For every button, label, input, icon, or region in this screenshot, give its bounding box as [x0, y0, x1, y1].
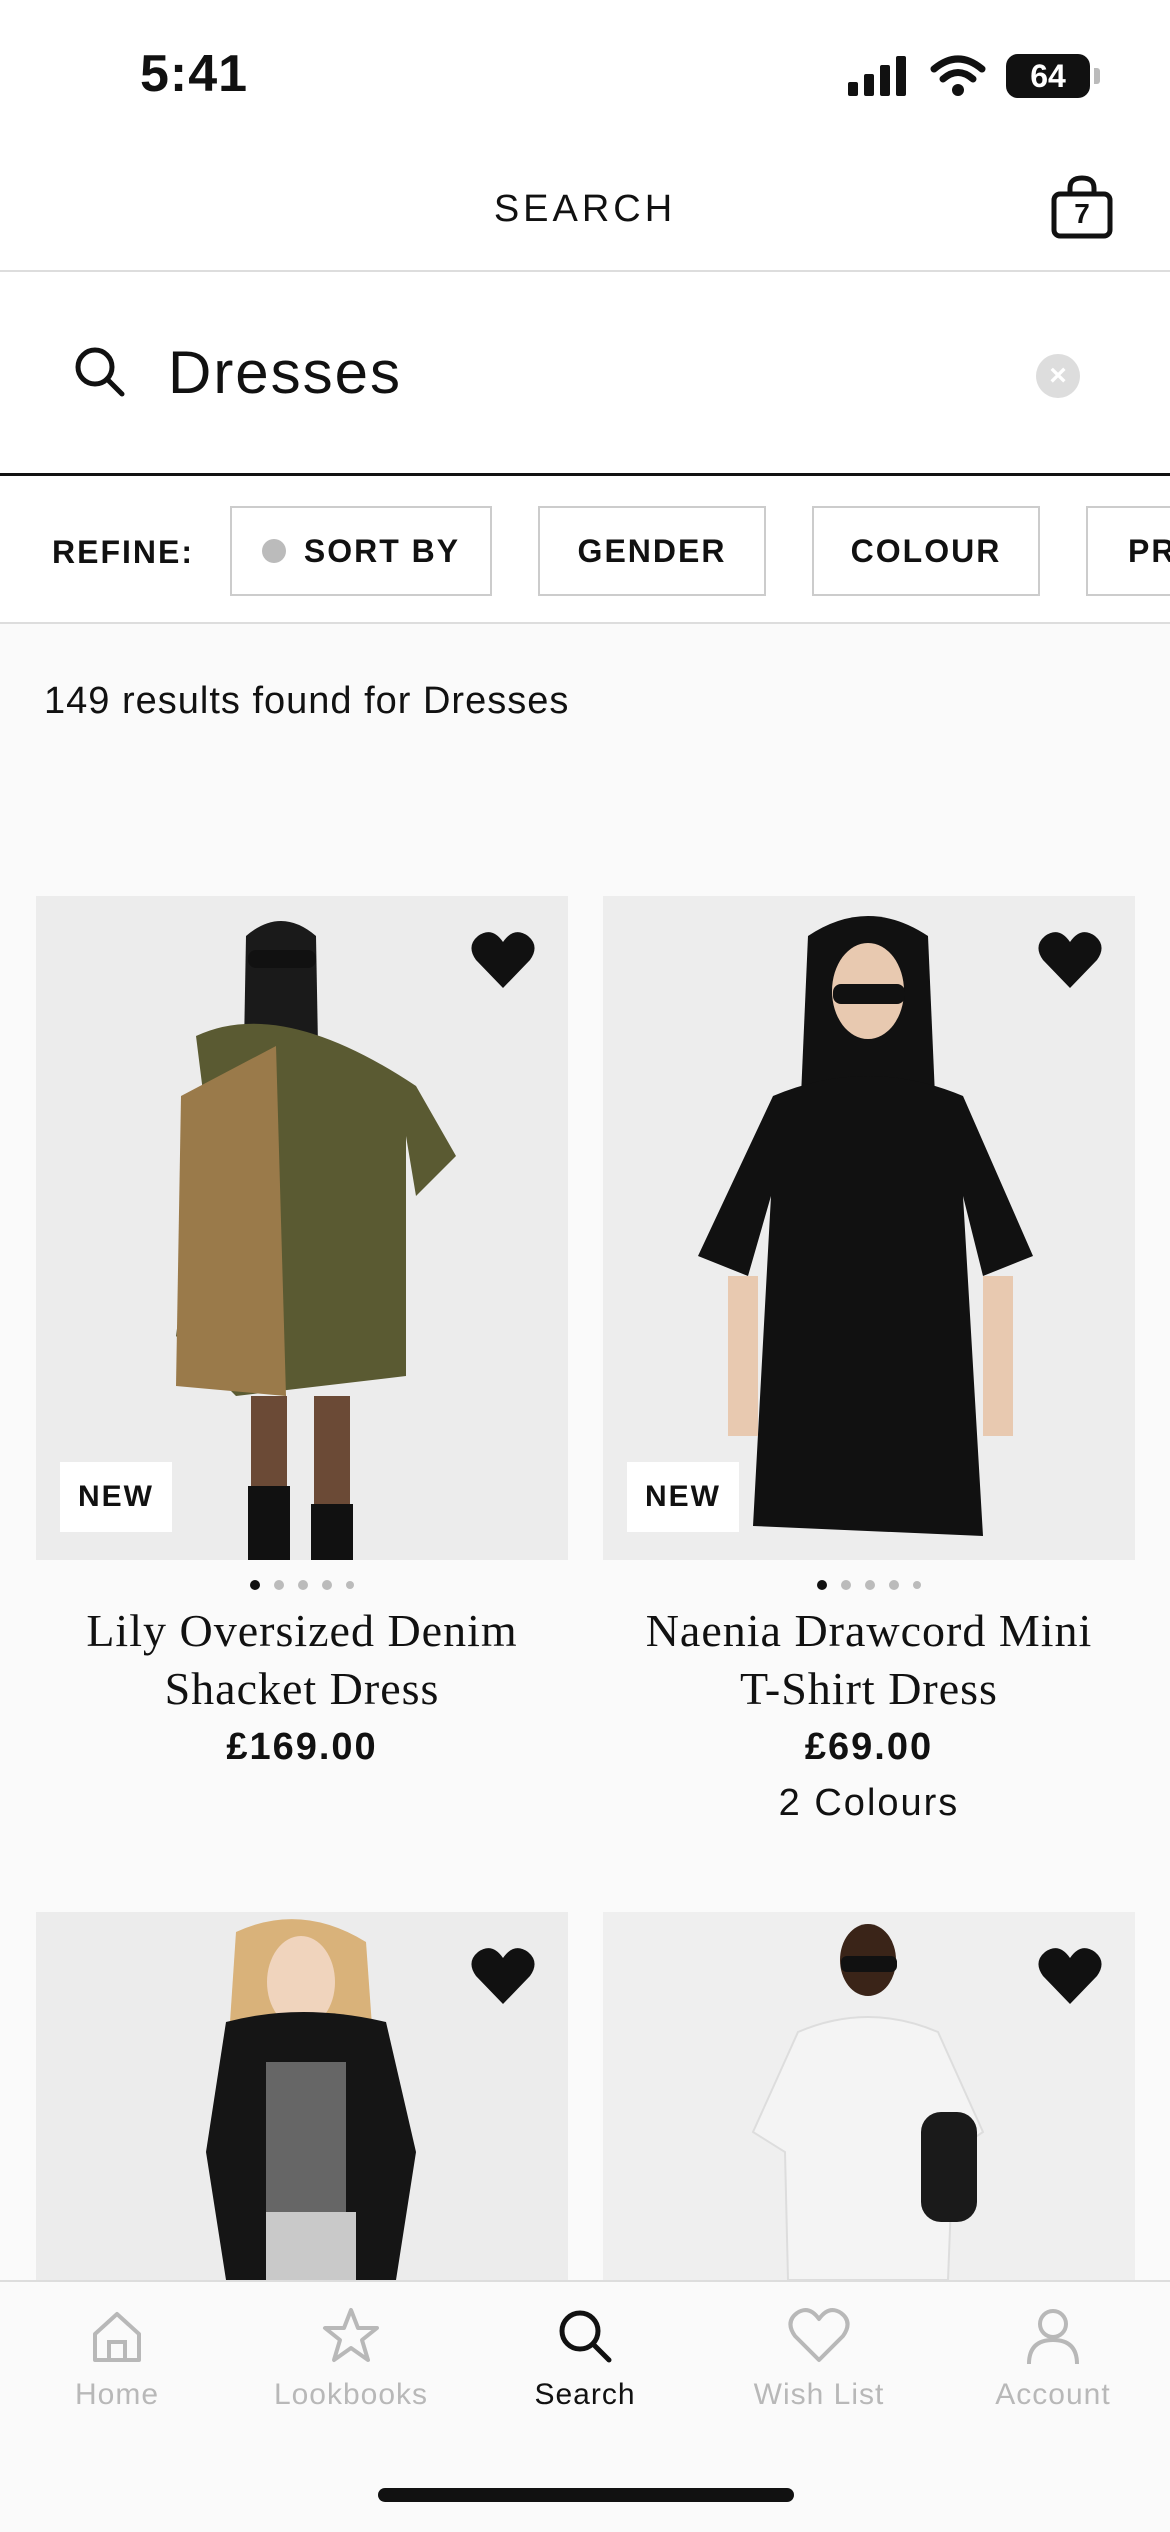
tab-label: Home	[74, 2378, 160, 2411]
gender-filter-button[interactable]: GENDER	[538, 506, 766, 596]
wishlist-heart-icon[interactable]	[1037, 1946, 1103, 2006]
pagination-dot	[841, 1580, 851, 1590]
product-price: £69.00	[804, 1726, 934, 1768]
battery-indicator: 64	[1006, 54, 1100, 98]
chip-label: GENDER	[577, 532, 727, 569]
wishlist-heart-icon[interactable]	[470, 1946, 536, 2006]
chip-label: COLOUR	[850, 532, 1002, 569]
product-image[interactable]	[36, 1912, 568, 2280]
signal-icon	[848, 56, 906, 96]
pagination-dot	[298, 1580, 308, 1590]
clear-search-icon[interactable]: ×	[1036, 354, 1080, 398]
chip-label: PR	[1128, 532, 1170, 569]
product-name[interactable]: Lily Oversized Denim Shacket Dress	[36, 1602, 568, 1718]
pagination-dot	[817, 1580, 827, 1590]
product-name-line: Shacket Dress	[164, 1663, 440, 1714]
status-icons: 64	[848, 54, 1100, 98]
new-badge: NEW	[627, 1462, 739, 1532]
product-image[interactable]: NEW	[603, 896, 1135, 1560]
sort-indicator-icon	[261, 539, 286, 563]
tab-lookbooks[interactable]: Lookbooks	[234, 2306, 468, 2456]
product-card[interactable]: NEW Naenia Drawcord Mini T-Shirt Dress £…	[603, 896, 1135, 1856]
wishlist-heart-icon[interactable]	[1037, 930, 1103, 990]
header: SEARCH 7	[0, 150, 1170, 272]
tab-home[interactable]: Home	[0, 2306, 234, 2456]
product-card[interactable]: NEW Lily Oversized Denim Shacket Dress £…	[36, 896, 568, 1856]
wifi-icon	[930, 55, 986, 96]
search-icon	[75, 347, 125, 397]
product-name-line: Naenia Drawcord Mini	[645, 1605, 1093, 1656]
product-card[interactable]	[603, 1912, 1135, 2280]
shopping-bag-button[interactable]: 7	[1050, 174, 1114, 240]
bag-count: 7	[1074, 198, 1090, 229]
model-illustration	[36, 896, 568, 1560]
image-pagination-dots	[603, 1580, 1135, 1590]
search-icon	[559, 2310, 612, 2363]
page-title: SEARCH	[493, 188, 677, 230]
colour-filter-button[interactable]: COLOUR	[812, 506, 1040, 596]
product-image[interactable]	[603, 1912, 1135, 2280]
refine-bar: REFINE: SORT BY GENDER COLOUR PR	[0, 476, 1170, 624]
model-illustration	[603, 896, 1135, 1560]
results-count: 149 results found for Dresses	[44, 680, 570, 722]
tab-label: Wish List	[753, 2378, 885, 2411]
home-icon	[93, 2312, 141, 2362]
tab-search[interactable]: Search	[468, 2306, 702, 2456]
image-pagination-dots	[36, 1580, 568, 1590]
tab-label: Search	[534, 2378, 636, 2411]
product-name-line: T-Shirt Dress	[740, 1663, 998, 1714]
tab-label: Lookbooks	[273, 2378, 429, 2411]
chip-label: SORT BY	[303, 532, 461, 569]
tab-wish-list[interactable]: Wish List	[702, 2306, 936, 2456]
pagination-dot	[322, 1580, 332, 1590]
refine-label: REFINE:	[52, 534, 194, 570]
pagination-dot	[889, 1580, 899, 1590]
search-bar[interactable]: Dresses ×	[0, 272, 1170, 476]
account-icon	[1027, 2309, 1079, 2365]
product-name[interactable]: Naenia Drawcord Mini T-Shirt Dress	[603, 1602, 1135, 1718]
home-indicator	[378, 2488, 794, 2502]
sort-by-button[interactable]: SORT BY	[230, 506, 492, 596]
pagination-dot	[346, 1581, 354, 1589]
pagination-dot	[865, 1580, 875, 1590]
product-card[interactable]	[36, 1912, 568, 2280]
search-input[interactable]: Dresses	[168, 338, 402, 407]
product-image[interactable]: NEW	[36, 896, 568, 1560]
tab-label: Account	[995, 2378, 1111, 2411]
product-price: £169.00	[226, 1726, 378, 1768]
pagination-dot	[250, 1580, 260, 1590]
status-time: 5:41	[140, 45, 249, 103]
product-name-line: Lily Oversized Denim	[86, 1605, 518, 1656]
new-badge: NEW	[60, 1462, 172, 1532]
product-colours: 2 Colours	[778, 1782, 960, 1824]
heart-icon	[788, 2308, 850, 2362]
tab-account[interactable]: Account	[936, 2306, 1170, 2456]
status-bar: 5:41 64	[0, 0, 1170, 150]
pagination-dot	[913, 1581, 921, 1589]
pagination-dot	[274, 1580, 284, 1590]
star-icon	[323, 2308, 379, 2362]
price-filter-button[interactable]: PR	[1086, 506, 1170, 596]
wishlist-heart-icon[interactable]	[470, 930, 536, 990]
